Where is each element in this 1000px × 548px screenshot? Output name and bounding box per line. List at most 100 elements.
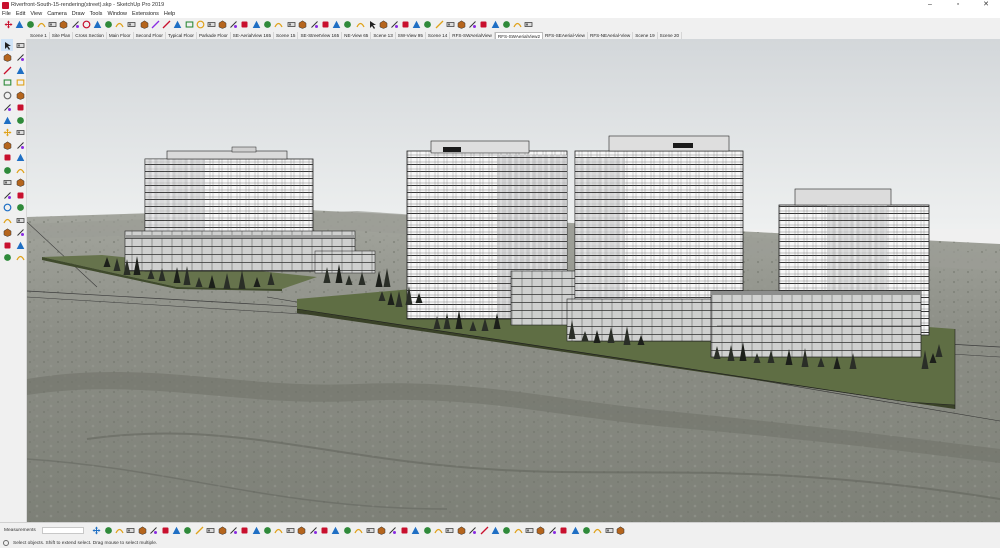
building-tower-1[interactable] [406,140,578,326]
iso-view-icon[interactable] [525,526,535,536]
circle-icon[interactable] [1,89,13,101]
scene-tab[interactable]: Scene 20 [658,32,683,39]
materials-icon[interactable] [228,526,238,536]
union-icon[interactable] [137,526,147,536]
flip-edge-icon[interactable] [331,526,341,536]
zoom-extents-icon[interactable] [1,227,13,239]
scale-icon[interactable] [37,20,47,30]
two-point-arc-icon[interactable] [14,102,26,114]
info-icon[interactable] [3,540,9,546]
shadow-icon[interactable] [365,526,375,536]
orbit-icon[interactable] [81,20,91,30]
styles-icon[interactable] [389,20,399,30]
display-sections-icon[interactable] [433,526,443,536]
entity-info-icon[interactable] [217,526,227,536]
tape-measure-icon[interactable] [1,164,13,176]
scene-tab[interactable]: RFS-SEAerial-View [543,32,588,39]
section-plane-icon[interactable] [70,20,80,30]
shaded-icon[interactable] [490,526,500,536]
push-pull-icon[interactable] [14,127,26,139]
look-around-icon[interactable] [14,239,26,251]
menu-extensions[interactable]: Extensions [132,11,159,17]
look-around-icon[interactable] [309,20,319,30]
paint-bucket-icon[interactable] [1,52,13,64]
bottom-view-icon[interactable] [593,526,603,536]
menu-file[interactable]: File [2,11,11,17]
back-edges-icon[interactable] [412,20,422,30]
menu-camera[interactable]: Camera [47,11,67,17]
axes-icon[interactable] [274,20,284,30]
perspective-icon[interactable] [616,526,626,536]
geo-location-icon[interactable] [479,20,489,30]
right-view-icon[interactable] [559,526,569,536]
hidden-line-icon[interactable] [479,526,489,536]
monochrome-icon[interactable] [513,526,523,536]
pan-icon[interactable] [14,202,26,214]
scene-tab[interactable]: Parkade Floor [197,32,231,39]
scene-tab[interactable]: SE-AerialView 165 [231,32,275,39]
maximize-button[interactable]: ▫ [944,0,972,10]
zoom-icon[interactable] [104,20,114,30]
section-cut-icon[interactable] [411,526,421,536]
stamp-icon[interactable] [297,526,307,536]
match-photo-icon[interactable] [399,526,409,536]
solid-tools-icon[interactable] [115,526,125,536]
eraser-icon[interactable] [14,52,26,64]
paint-bucket-icon[interactable] [139,20,149,30]
fog-icon[interactable] [377,526,387,536]
move-icon[interactable] [3,20,13,30]
upload-icon[interactable] [512,20,522,30]
scene-tab[interactable]: Main Floor [107,32,134,39]
move-icon[interactable] [92,526,102,536]
front-view-icon[interactable] [547,526,557,536]
component-icon[interactable] [378,20,388,30]
follow-me-icon[interactable] [25,20,35,30]
drape-icon[interactable] [308,526,318,536]
follow-me-icon[interactable] [14,139,26,151]
styles-icon[interactable] [240,526,250,536]
subtract-icon[interactable] [149,526,159,536]
scene-tab[interactable]: SE-StreetView 165 [298,32,343,39]
menu-help[interactable]: Help [164,11,175,17]
monochrome-icon[interactable] [468,20,478,30]
arc-icon[interactable] [218,20,228,30]
push-pull-icon[interactable] [48,20,58,30]
scene-tab[interactable]: RFS-NEAerial-View [588,32,634,39]
lasso-icon[interactable] [14,39,26,51]
protractor-icon[interactable] [262,20,272,30]
rectangle-icon[interactable] [1,77,13,89]
x-ray-icon[interactable] [401,20,411,30]
3d-text-icon[interactable] [14,189,26,201]
scene-tab[interactable]: NE-View 65 [342,32,372,39]
shaded-icon[interactable] [445,20,455,30]
text-icon[interactable] [14,177,26,189]
layout-icon[interactable] [356,20,366,30]
soften-icon[interactable] [388,526,398,536]
back-view-icon[interactable] [570,526,580,536]
tape-measure-icon[interactable] [126,20,136,30]
polygon-icon[interactable] [206,20,216,30]
textured-icon[interactable] [502,526,512,536]
scene-tab[interactable]: Site Plan [50,32,74,39]
menu-view[interactable]: View [30,11,42,17]
walk-icon[interactable] [298,20,308,30]
top-view-icon[interactable] [536,526,546,536]
camera-icon[interactable] [342,526,352,536]
select-icon[interactable] [1,39,13,51]
parallel-projection-icon[interactable] [604,526,614,536]
model-viewport[interactable] [27,39,1000,522]
menu-draw[interactable]: Draw [72,11,85,17]
pencil-icon[interactable] [162,20,172,30]
components-icon[interactable] [206,526,216,536]
zoom-icon[interactable] [1,214,13,226]
orbit-icon[interactable] [1,202,13,214]
split-icon[interactable] [171,526,181,536]
section-plane-icon[interactable] [14,252,26,264]
textured-icon[interactable] [457,20,467,30]
scene-tab[interactable]: SW-View 95 [396,32,426,39]
pie-icon[interactable] [14,114,26,126]
pan-icon[interactable] [93,20,103,30]
scene-tab[interactable]: Scene 19 [633,32,658,39]
menu-window[interactable]: Window [107,11,127,17]
rotate-icon[interactable] [1,139,13,151]
